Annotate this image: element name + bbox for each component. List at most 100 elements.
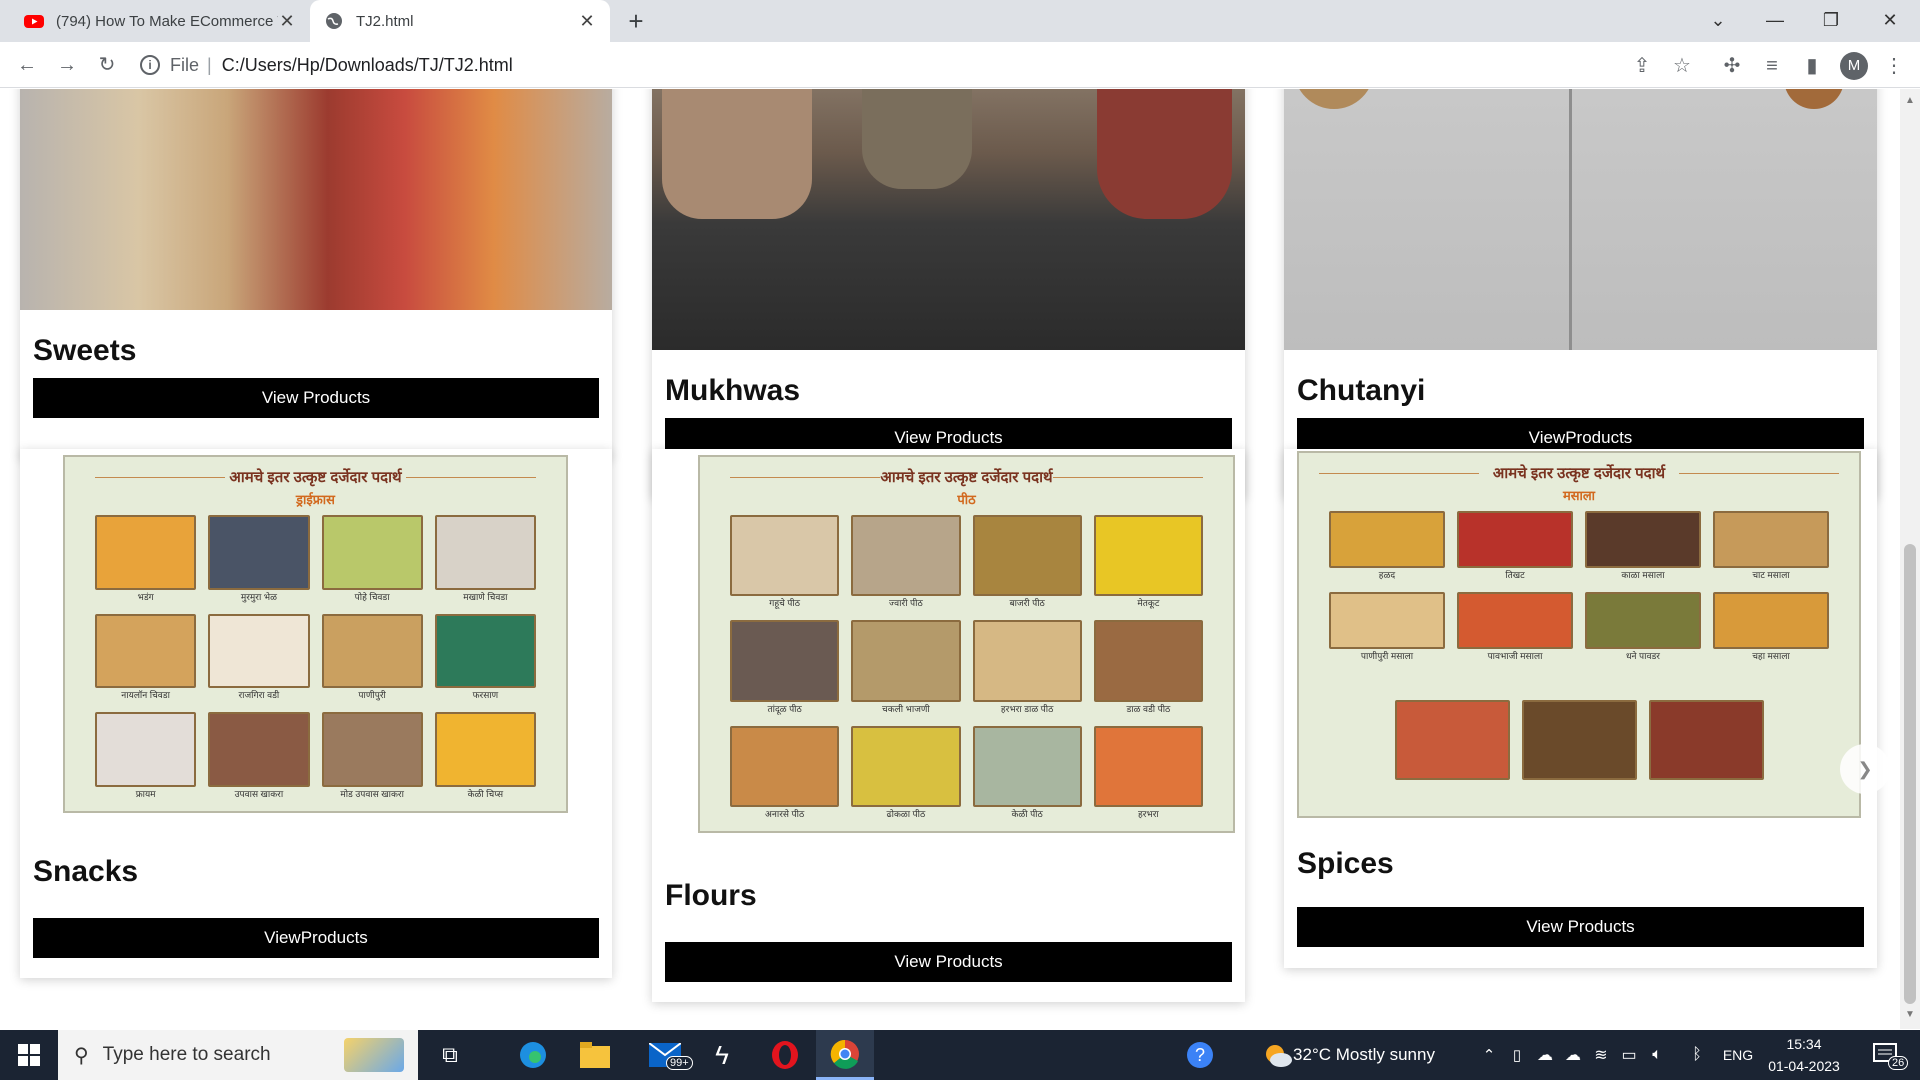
address-bar[interactable]: i File | C:/Users/Hp/Downloads/TJ/TJ2.ht… <box>140 48 1670 82</box>
scroll-down-arrow-icon[interactable]: ▼ <box>1904 1009 1916 1020</box>
tab-strip: (794) How To Make ECommerce Website ✕ TJ… <box>0 0 1920 42</box>
spice-image <box>1521 699 1637 780</box>
volume-icon[interactable]: 🔈︎ <box>1644 1030 1670 1080</box>
minimize-button[interactable]: — <box>1747 0 1803 42</box>
poster-caption: बाजरी पीठ <box>1009 598 1045 609</box>
spice-image <box>1394 699 1510 780</box>
poster-caption: फरसाण <box>472 690 499 701</box>
browser-toolbar: ← → ↻ i File | C:/Users/Hp/Downloads/TJ/… <box>0 42 1920 88</box>
new-tab-button[interactable]: + <box>620 6 652 38</box>
tab-title: TJ2.html <box>356 12 414 30</box>
category-card-snacks: आमचे इतर उत्कृष्ट दर्जेदार पदार्थ ड्राईफ… <box>20 449 612 978</box>
mail-badge: 99+ <box>666 1056 693 1070</box>
edge-browser-icon[interactable] <box>508 1030 558 1080</box>
media-queue-icon[interactable]: ≡ <box>1758 52 1786 80</box>
mail-icon[interactable]: 99+ <box>640 1030 693 1080</box>
poster-caption: चहा मसाला <box>1752 651 1790 661</box>
poster-caption: पोहे चिवडा <box>354 591 390 602</box>
taskbar-search-input[interactable]: ⚲ Type here to search <box>58 1030 418 1080</box>
category-card-spices: आमचे इतर उत्कृष्ट दर्जेदार पदार्थ मसाला … <box>1284 449 1877 968</box>
poster-caption: राजगिरा वडी <box>238 690 280 701</box>
device-icon[interactable]: ▯ <box>1506 1030 1528 1080</box>
clock-time: 15:34 <box>1786 1036 1822 1052</box>
view-products-button[interactable]: View Products <box>33 378 599 418</box>
forward-arrow-icon[interactable]: → <box>52 50 82 80</box>
view-products-button[interactable]: ViewProducts <box>33 918 599 958</box>
search-highlight-icon <box>344 1038 404 1072</box>
poster-caption: हरभरा डाळ पीठ <box>1000 703 1054 714</box>
onedrive-cloud-icon[interactable]: ☁ <box>1532 1030 1558 1080</box>
network-cloud-icon[interactable]: ☁ <box>1560 1030 1586 1080</box>
category-title: Sweets <box>33 334 137 367</box>
task-view-icon[interactable]: ⧉ <box>428 1030 472 1080</box>
clock-date: 01-04-2023 <box>1768 1058 1840 1074</box>
restore-button[interactable]: ❐ <box>1803 0 1859 42</box>
wifi-icon[interactable]: ≋ <box>1588 1030 1614 1080</box>
windows-start-icon[interactable] <box>0 1030 58 1080</box>
search-icon: ⚲ <box>74 1044 89 1067</box>
opera-browser-icon[interactable] <box>760 1030 810 1080</box>
tab-youtube[interactable]: (794) How To Make ECommerce Website ✕ <box>10 0 310 42</box>
back-arrow-icon[interactable]: ← <box>12 50 42 80</box>
tab-tj2[interactable]: TJ2.html ✕ <box>310 0 610 42</box>
app-lightning-icon[interactable]: ϟ <box>702 1030 742 1080</box>
poster-caption: मेतकूट <box>1137 598 1160 609</box>
share-icon[interactable]: ⇪ <box>1628 52 1656 80</box>
file-explorer-icon[interactable] <box>570 1030 620 1080</box>
tray-chevron-up-icon[interactable]: ⌃ <box>1478 1030 1500 1080</box>
close-icon[interactable]: ✕ <box>578 11 596 32</box>
notification-center-icon[interactable]: 26 <box>1862 1030 1910 1080</box>
poster-caption: तिखट <box>1505 570 1525 580</box>
url-separator: | <box>207 54 212 75</box>
url-scheme: File <box>170 54 200 75</box>
extensions-puzzle-icon[interactable]: ✣ <box>1718 52 1746 80</box>
poster-caption: अनारसे पीठ <box>765 809 805 819</box>
poster-subheading: पीठ <box>957 492 976 507</box>
poster-caption: पावभाजी मसाला <box>1487 651 1543 661</box>
help-icon[interactable]: ? <box>1180 1030 1220 1080</box>
category-title: Mukhwas <box>665 374 801 407</box>
poster-caption: हळद <box>1378 570 1396 580</box>
tab-search-chevron-icon[interactable]: ⌄ <box>1690 0 1746 42</box>
side-panel-icon[interactable]: ▮ <box>1798 52 1826 80</box>
poster-caption: भडंग <box>137 591 154 602</box>
bluetooth-icon[interactable]: ᛒ <box>1686 1030 1708 1080</box>
spices-poster: आमचे इतर उत्कृष्ट दर्जेदार पदार्थ मसाला … <box>1297 451 1861 818</box>
poster-caption: उपवास खाकरा <box>234 789 284 799</box>
poster-subheading: मसाला <box>1562 488 1596 503</box>
close-icon[interactable]: ✕ <box>278 11 296 32</box>
poster-caption: धने पावडर <box>1626 651 1660 661</box>
category-card-mukhwas: Mukhwas View Products <box>652 89 1245 498</box>
globe-icon <box>326 13 342 29</box>
url-path: C:/Users/Hp/Downloads/TJ/TJ2.html <box>221 54 513 75</box>
page-scrollbar[interactable]: ▲ ▼ <box>1900 89 1920 1029</box>
poster-caption: केळी चिप्स <box>467 789 504 799</box>
category-card-sweets: Sweets View Products <box>20 89 612 458</box>
battery-icon[interactable]: ▭ <box>1616 1030 1642 1080</box>
scrollbar-thumb[interactable] <box>1904 544 1916 1004</box>
poster-caption: तांदूळ पीठ <box>767 703 802 714</box>
taskbar-clock[interactable]: 15:34 01-04-2023 <box>1760 1033 1848 1077</box>
snacks-poster: आमचे इतर उत्कृष्ट दर्जेदार पदार्थ ड्राईफ… <box>63 455 568 813</box>
chutanyi-photo <box>1284 89 1877 350</box>
windows-taskbar: ⚲ Type here to search ⧉ 99+ ϟ ? 32°C Mos… <box>0 1030 1920 1080</box>
info-icon[interactable]: i <box>140 55 160 75</box>
reload-icon[interactable]: ↻ <box>92 50 122 80</box>
view-products-button[interactable]: View Products <box>665 942 1232 982</box>
menu-kebab-icon[interactable]: ⋮ <box>1880 52 1908 80</box>
poster-caption: हरभरा <box>1137 809 1159 819</box>
carousel-next-arrow-icon[interactable]: ❯ <box>1840 744 1890 794</box>
language-indicator[interactable]: ENG <box>1716 1030 1760 1080</box>
mukhwas-photo <box>652 89 1245 350</box>
poster-caption: चकली भाजणी <box>882 703 930 714</box>
close-window-button[interactable]: ✕ <box>1862 0 1918 42</box>
chrome-browser-icon[interactable] <box>816 1030 874 1080</box>
view-products-button[interactable]: View Products <box>1297 907 1864 947</box>
category-title: Spices <box>1297 847 1394 880</box>
category-title: Flours <box>665 879 757 912</box>
weather-text[interactable]: 32°C Mostly sunny <box>1264 1030 1464 1080</box>
poster-caption: ढोकळा पीठ <box>886 809 926 819</box>
bookmark-star-icon[interactable]: ☆ <box>1668 52 1696 80</box>
scroll-up-arrow-icon[interactable]: ▲ <box>1904 95 1916 106</box>
profile-avatar[interactable]: M <box>1840 52 1868 80</box>
